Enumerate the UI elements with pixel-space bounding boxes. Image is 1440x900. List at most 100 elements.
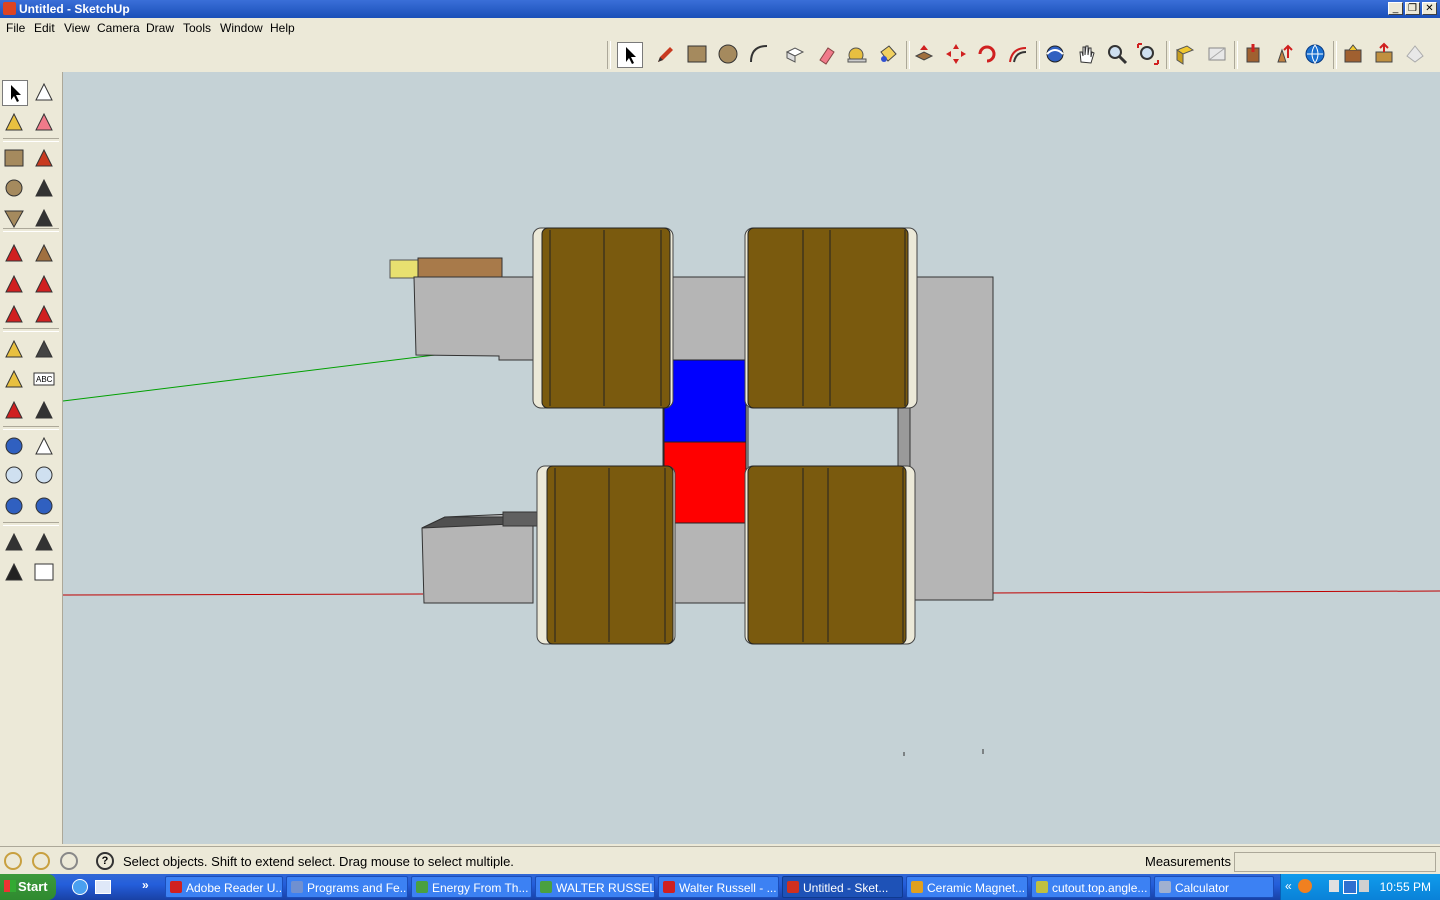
clock[interactable]: 10:55 PM (1380, 880, 1431, 894)
move-icon[interactable] (2, 241, 28, 267)
zoom-extents-icon[interactable] (1136, 42, 1162, 68)
text-icon[interactable]: ABC (32, 367, 58, 393)
eraser-icon[interactable] (814, 42, 840, 68)
taskbar-item[interactable]: Walter Russell - ... (658, 876, 779, 898)
arc-icon[interactable] (32, 176, 58, 202)
arc-icon[interactable] (747, 42, 773, 68)
taskbar-item[interactable]: WALTER RUSSELL (535, 876, 655, 898)
3d-text-icon[interactable] (32, 398, 58, 424)
scale-icon[interactable] (2, 302, 28, 328)
start-button[interactable]: Start (0, 874, 56, 900)
google-earth-icon[interactable] (1303, 42, 1329, 68)
get-models-icon[interactable] (1241, 42, 1267, 68)
tray-expand-icon[interactable]: « (1285, 879, 1292, 893)
share-component-icon[interactable] (1372, 42, 1398, 68)
share-model-icon[interactable] (1272, 42, 1298, 68)
measurements-input[interactable] (1234, 852, 1436, 872)
menu-file[interactable]: File (6, 21, 25, 35)
rectangle-icon[interactable] (685, 42, 711, 68)
menu-window[interactable]: Window (220, 21, 263, 35)
title-bar: Untitled - SketchUp _ ❐ ✕ (0, 0, 1440, 18)
push-pull-icon[interactable] (32, 241, 58, 267)
menu-edit[interactable]: Edit (34, 21, 55, 35)
pencil-icon[interactable] (32, 146, 58, 172)
follow-me-icon[interactable] (32, 272, 58, 298)
menu-draw[interactable]: Draw (146, 21, 174, 35)
taskbar-item[interactable]: cutout.top.angle... (1031, 876, 1151, 898)
get-components-icon[interactable] (1341, 42, 1367, 68)
circle-icon[interactable] (2, 176, 28, 202)
tray-network-icon[interactable] (1343, 880, 1357, 894)
pan-icon[interactable] (1074, 42, 1100, 68)
taskbar-item[interactable]: Energy From Th... (411, 876, 532, 898)
taskbar-app-icon (1036, 881, 1048, 893)
zoom-icon[interactable] (1105, 42, 1131, 68)
pencil-icon[interactable] (653, 42, 679, 68)
menu-tools[interactable]: Tools (183, 21, 211, 35)
previous-view-icon[interactable] (1173, 42, 1199, 68)
instructor-help-icon[interactable]: ? (96, 852, 114, 870)
section-plane-icon[interactable] (32, 560, 58, 586)
tape-measure-icon[interactable] (845, 42, 871, 68)
taskbar-item-label: cutout.top.angle... (1052, 881, 1148, 895)
dimension-icon[interactable] (32, 337, 58, 363)
axes-icon[interactable] (2, 398, 28, 424)
tray-volume-icon[interactable] (1359, 880, 1369, 892)
rotate-icon[interactable] (975, 42, 1001, 68)
left-toolbar-separator (3, 426, 59, 430)
tray-app-icon[interactable] (1298, 879, 1312, 893)
menu-view[interactable]: View (64, 21, 90, 35)
close-button[interactable]: ✕ (1422, 2, 1437, 15)
coil-upper-left (532, 227, 674, 409)
taskbar-item[interactable]: Programs and Fe... (286, 876, 408, 898)
protractor-icon[interactable] (2, 367, 28, 393)
taskbar-item[interactable]: Ceramic Magnet... (906, 876, 1028, 898)
taskbar-item-label: Adobe Reader U... (186, 881, 283, 895)
paint-bucket-icon[interactable] (876, 42, 902, 68)
user-icon[interactable] (60, 852, 78, 870)
show-desktop-icon[interactable] (95, 880, 111, 894)
tape-measure-icon[interactable] (2, 337, 28, 363)
walk-icon[interactable] (2, 560, 28, 586)
taskbar-app-icon (291, 881, 303, 893)
follow-me-icon[interactable] (1006, 42, 1032, 68)
eraser-icon[interactable] (32, 110, 58, 136)
zoom-extents-icon[interactable] (32, 494, 58, 520)
previous-icon[interactable] (2, 494, 28, 520)
geo-location-icon[interactable] (4, 852, 22, 870)
quicklaunch-chevron-icon[interactable]: » (142, 878, 149, 892)
zoom-icon[interactable] (2, 463, 28, 489)
credits-icon[interactable] (32, 852, 50, 870)
taskbar-item[interactable]: Untitled - Sket... (782, 876, 903, 898)
taskbar-item[interactable]: Adobe Reader U... (165, 876, 283, 898)
minimize-button[interactable]: _ (1388, 2, 1403, 15)
offset-icon[interactable] (32, 302, 58, 328)
ie-quicklaunch-icon[interactable] (72, 879, 88, 895)
pan-icon[interactable] (32, 434, 58, 460)
menu-camera[interactable]: Camera (97, 21, 140, 35)
look-around-icon[interactable] (32, 530, 58, 556)
make-component-icon[interactable] (32, 80, 58, 106)
make-component-icon[interactable] (783, 42, 809, 68)
next-view-icon[interactable] (1205, 42, 1231, 68)
paint-bucket-icon[interactable] (2, 110, 28, 136)
window-title: Untitled - SketchUp (19, 2, 130, 16)
taskbar-app-icon (663, 881, 675, 893)
position-camera-icon[interactable] (2, 530, 28, 556)
circle-icon[interactable] (716, 42, 742, 68)
rotate-icon[interactable] (2, 272, 28, 298)
move-icon[interactable] (944, 42, 970, 68)
restore-button[interactable]: ❐ (1405, 2, 1420, 15)
place-model-icon[interactable] (1403, 42, 1429, 68)
zoom-window-icon[interactable] (32, 463, 58, 489)
tray-usb-icon[interactable] (1329, 880, 1339, 892)
orbit-icon[interactable] (1043, 42, 1069, 68)
taskbar-item[interactable]: Calculator (1154, 876, 1274, 898)
rectangle-icon[interactable] (2, 146, 28, 172)
menu-help[interactable]: Help (270, 21, 295, 35)
push-pull-icon[interactable] (912, 42, 938, 68)
modeling-viewport[interactable] (63, 72, 1440, 844)
select-icon[interactable] (617, 42, 643, 68)
select-icon[interactable] (2, 80, 28, 106)
orbit-icon[interactable] (2, 434, 28, 460)
